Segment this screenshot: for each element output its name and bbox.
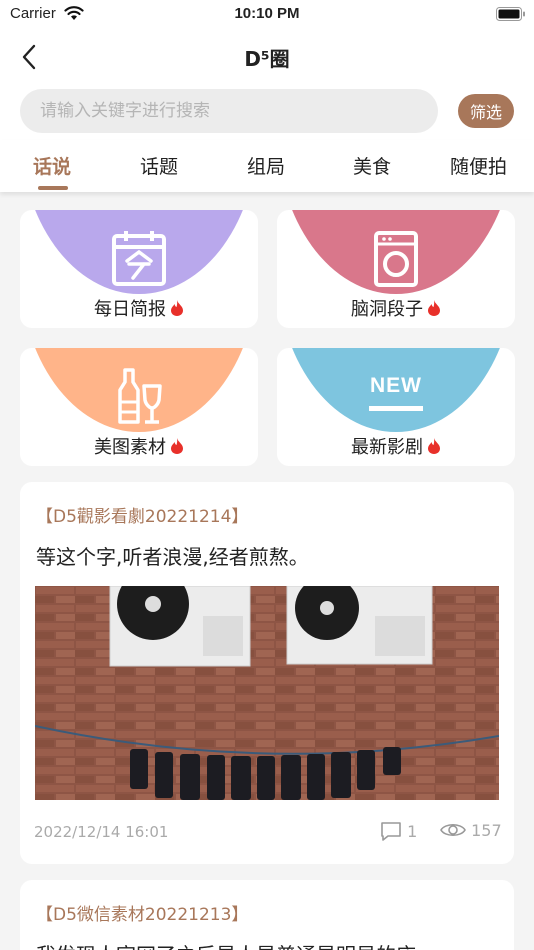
post-photo[interactable] (35, 586, 499, 800)
search-input[interactable] (20, 89, 438, 133)
nav-bar: D⁵圈 (0, 30, 534, 82)
filter-button[interactable]: 筛选 (458, 94, 514, 128)
tab-zuju[interactable]: 组局 (247, 152, 285, 179)
category-label: 脑洞段子 (277, 295, 515, 321)
tab-huashuo[interactable]: 话说 (33, 152, 71, 179)
view-count: 157 (440, 821, 502, 840)
post-card[interactable]: 【D5微信素材20221213】 我发现人官网了之后是人是普通是明显的庆 (20, 880, 514, 950)
post-text: 等这个字,听者浪漫,经者煎熬。 (36, 545, 309, 569)
category-label: 美图素材 (20, 433, 258, 459)
category-card-jokes[interactable]: 脑洞段子 (277, 210, 515, 328)
fire-icon (428, 300, 440, 316)
eye-icon (440, 823, 466, 837)
tab-huati[interactable]: 话题 (140, 152, 178, 179)
comment-icon (381, 822, 401, 841)
active-tab-indicator (38, 186, 68, 190)
comment-count[interactable]: 1 (380, 821, 417, 841)
post-tag: 【D5微信素材20221213】 (36, 905, 249, 925)
tab-suibianpai[interactable]: 随便拍 (450, 152, 507, 179)
battery-icon (496, 7, 525, 21)
new-badge-text: NEW (370, 374, 422, 397)
post-tag: 【D5觀影看劇20221214】 (36, 507, 249, 527)
category-tabs: 话说 话题 组局 美食 随便拍 (0, 140, 534, 192)
category-card-new-shows[interactable]: NEW 最新影剧 (277, 348, 515, 466)
fire-icon (428, 438, 440, 454)
page-title: D⁵圈 (244, 47, 290, 71)
bottle-glass-icon (118, 368, 162, 424)
calendar-icon (112, 231, 166, 286)
clock: 10:10 PM (234, 5, 300, 22)
new-badge-bar (369, 406, 423, 411)
fire-icon (171, 300, 183, 316)
category-card-daily-brief[interactable]: 每日简报 (20, 210, 258, 328)
view-count-value: 157 (471, 821, 502, 840)
new-badge-icon: NEW (366, 366, 426, 428)
status-bar: Carrier 10:10 PM (0, 0, 534, 30)
comment-count-value: 1 (407, 822, 418, 841)
category-label: 最新影剧 (277, 433, 515, 459)
washing-machine-icon (374, 231, 418, 287)
post-date: 2022/12/14 16:01 (34, 823, 169, 841)
fire-icon (171, 438, 183, 454)
category-card-pictures[interactable]: 美图素材 (20, 348, 258, 466)
post-card[interactable]: 【D5觀影看劇20221214】 等这个字,听者浪漫,经者煎熬。 2022/12… (20, 482, 514, 864)
category-label: 每日简报 (20, 295, 258, 321)
search-bar: 筛选 (0, 82, 534, 140)
post-text: 我发现人官网了之后是人是普通是明显的庆 (36, 939, 416, 950)
tab-meishi[interactable]: 美食 (353, 152, 391, 179)
